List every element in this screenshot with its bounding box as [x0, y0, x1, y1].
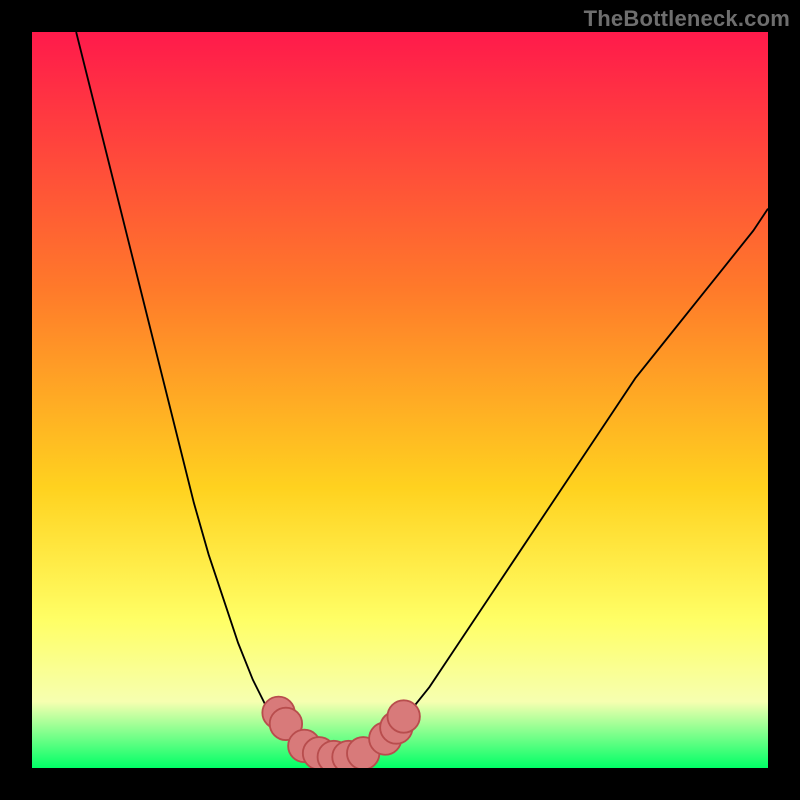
dot	[387, 700, 419, 732]
outer-frame: TheBottleneck.com	[0, 0, 800, 800]
watermark-text: TheBottleneck.com	[584, 6, 790, 32]
chart-plot	[32, 32, 768, 768]
chart-svg	[32, 32, 768, 768]
gradient-bg	[32, 32, 768, 768]
